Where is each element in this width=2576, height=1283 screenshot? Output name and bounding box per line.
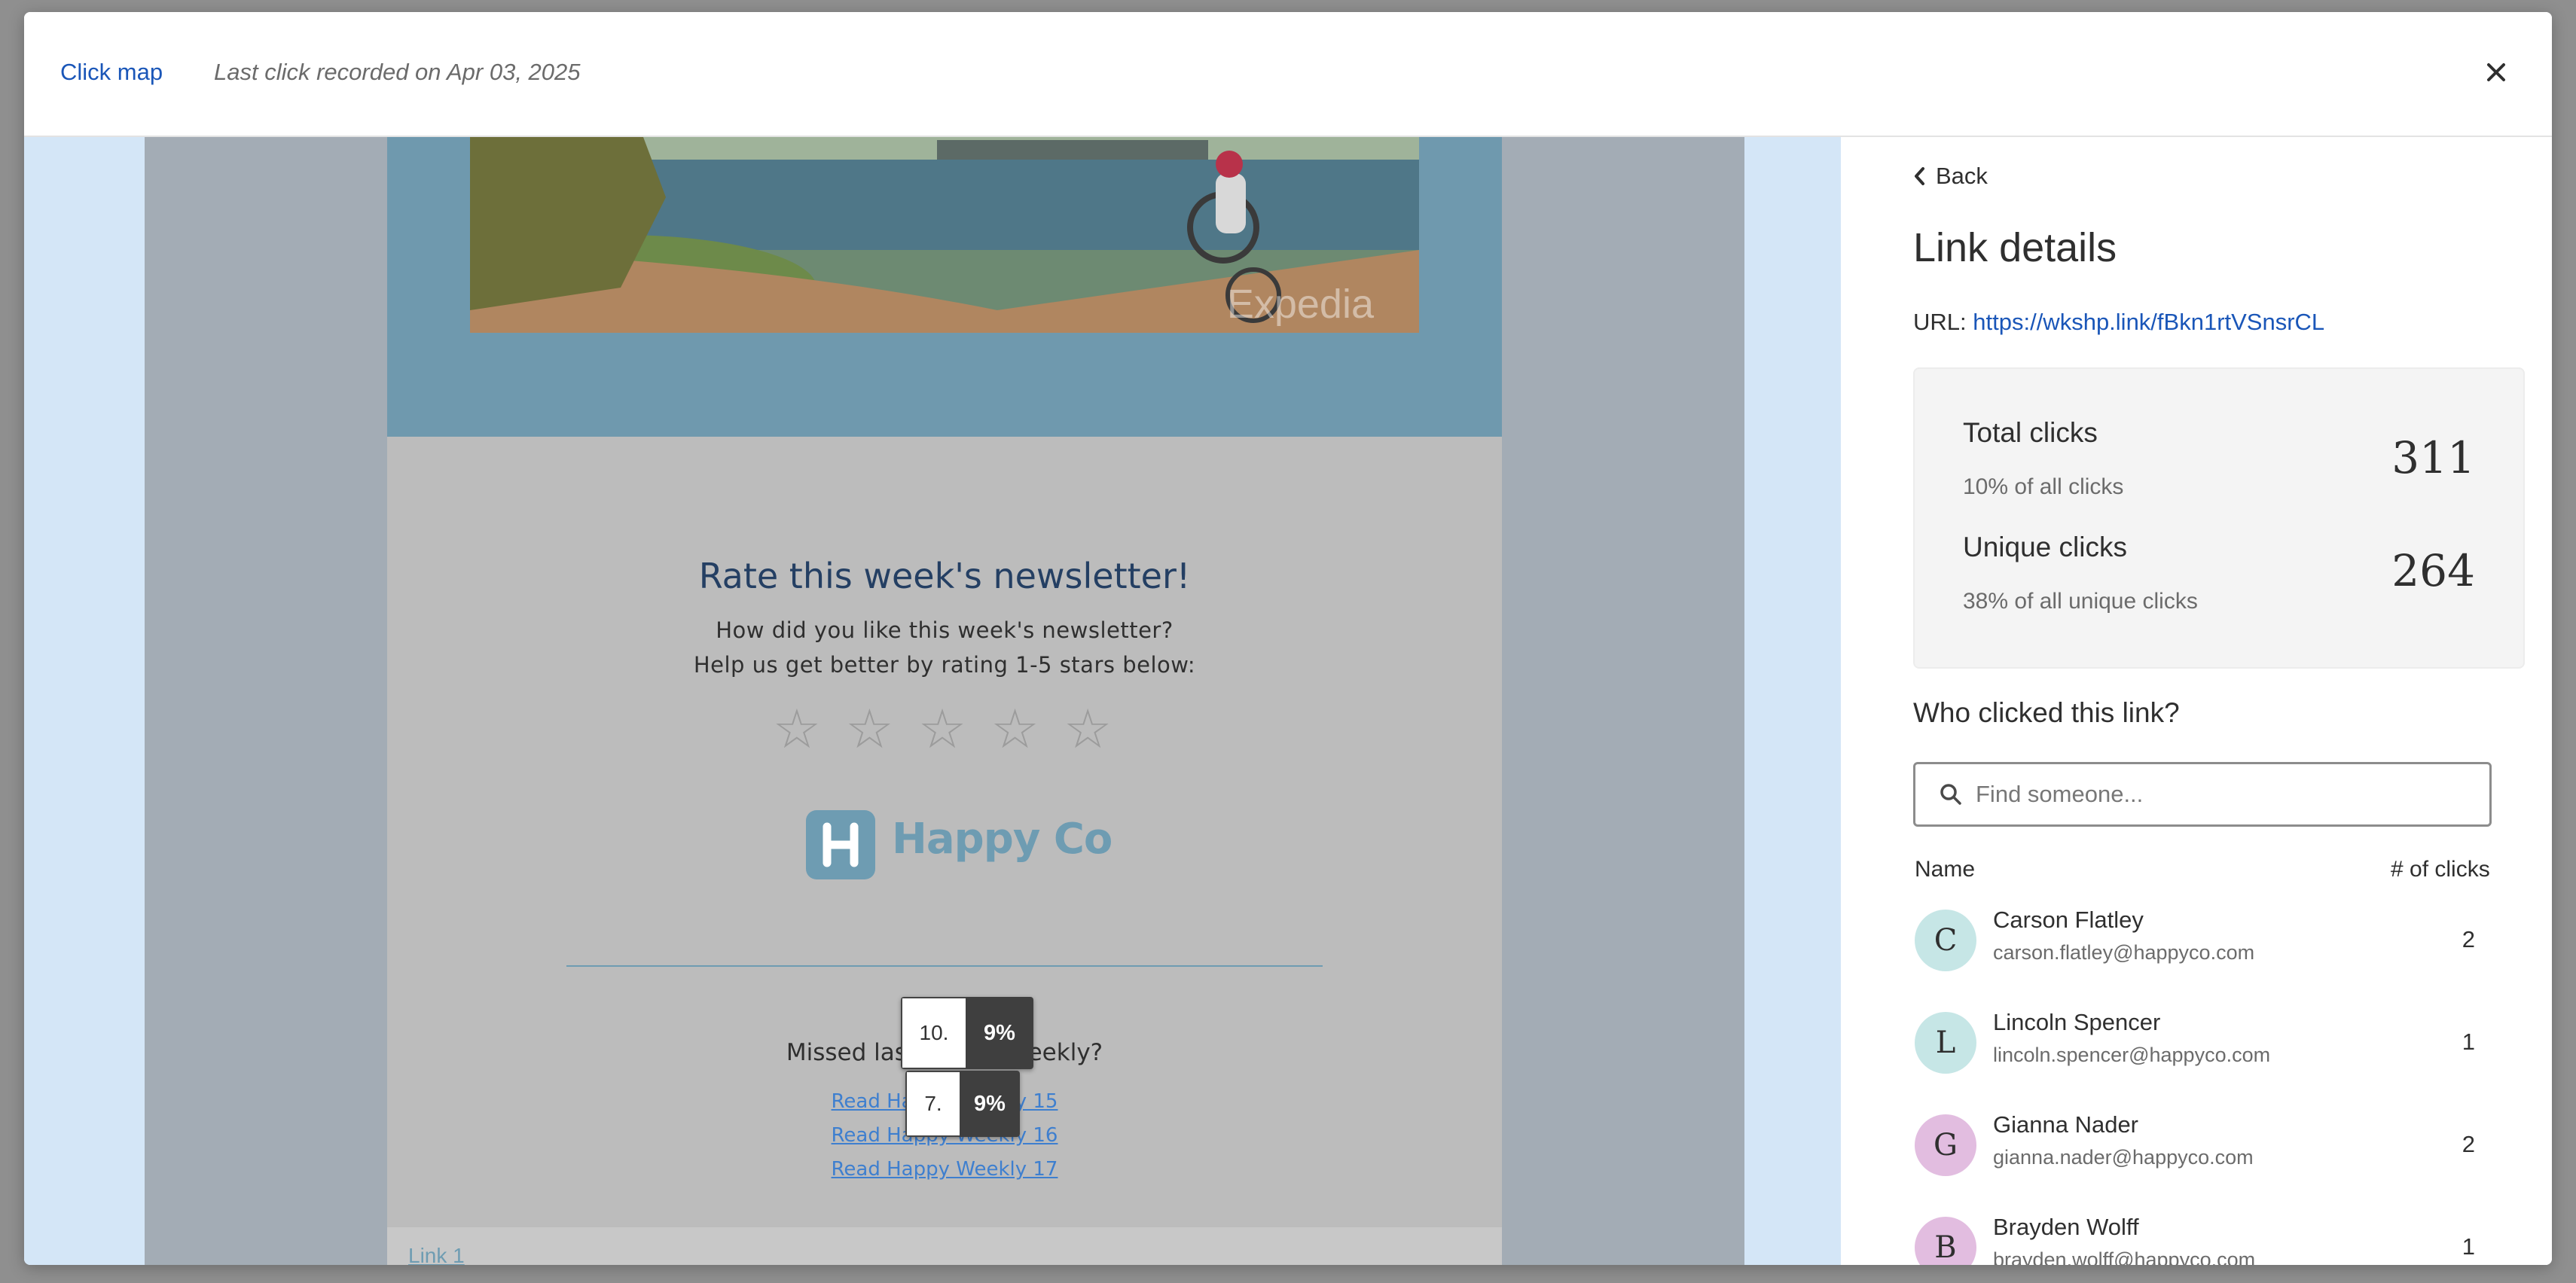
search-field[interactable] [1913,762,2492,827]
star-icon[interactable]: ☆ [773,697,826,760]
row-name: Gianna Nader [1993,1111,2139,1138]
rating-instructions: Help us get better by rating 1-5 stars b… [693,652,1196,678]
badge-percent: 9% [966,997,1033,1069]
table-row[interactable]: L Lincoln Spencer lincoln.spencer@happyc… [1913,998,2525,1101]
footer-link[interactable]: Link 1 [408,1244,465,1265]
avatar: C [1915,910,1976,971]
hero-image: Expedia [470,137,1419,333]
modal-header: Click map Last click recorded on Apr 03,… [24,12,2552,137]
star-rating: ☆ ☆ ☆ ☆ ☆ [387,697,1502,760]
search-icon [1940,784,1961,805]
url-link[interactable]: https://wkshp.link/fBkn1rtVSnsrCL [1973,309,2324,335]
click-map-modal: Click map Last click recorded on Apr 03,… [24,12,2552,1265]
unique-clicks-label: Unique clicks [1963,532,2127,562]
logo-text: Happy Co [892,815,1113,864]
email-divider [566,965,1323,967]
badge-count: 10. [901,997,966,1069]
happyco-logo-icon [806,810,875,879]
hero-watermark: Expedia [1227,282,1375,327]
row-name: Lincoln Spencer [1993,1009,2161,1035]
stats-card: Total clicks 10% of all clicks 311 Uniqu… [1913,367,2525,669]
total-clicks-value: 311 [2391,432,2475,483]
total-clicks-sub: 10% of all clicks [1963,474,2124,499]
close-icon [2487,63,2505,81]
column-clicks-header: # of clicks [2391,857,2490,882]
email-preview: Expedia Rate this week's newsletter! How… [24,137,1841,1265]
row-clicks: 2 [2462,926,2475,952]
star-icon[interactable]: ☆ [1064,697,1117,760]
search-input[interactable] [1974,780,2459,809]
chevron-left-icon [1915,167,1924,185]
email-header-band: Expedia [387,137,1502,437]
row-name: Carson Flatley [1993,907,2144,933]
click-badge[interactable]: 10. 9% [901,997,1033,1069]
row-clicks: 1 [2462,1029,2475,1055]
back-label: Back [1936,163,1988,189]
row-clicks: 2 [2462,1131,2475,1157]
link-details-panel: Back Link details URL: https://wkshp.lin… [1841,137,2552,1265]
unique-clicks-value: 264 [2391,545,2475,596]
modal-title: Click map [60,59,163,85]
last-click-text: Last click recorded on Apr 03, 2025 [214,59,581,85]
url-row: URL: https://wkshp.link/fBkn1rtVSnsrCL [1913,309,2324,336]
table-row[interactable]: B Brayden Wolff brayden.wolff@happyco.co… [1913,1203,2525,1265]
avatar: G [1915,1114,1976,1176]
badge-count: 7. [905,1071,960,1137]
back-button[interactable]: Back [1913,163,1988,190]
row-email: brayden.wolff@happyco.com [1993,1248,2256,1265]
avatar: B [1915,1217,1976,1265]
row-email: lincoln.spencer@happyco.com [1993,1044,2271,1066]
email-footer: Link 1 [387,1227,1502,1265]
badge-percent: 9% [960,1071,1020,1137]
star-icon[interactable]: ☆ [845,697,899,760]
table-row[interactable]: C Carson Flatley carson.flatley@happyco.… [1913,896,2525,998]
email-body: Expedia Rate this week's newsletter! How… [387,137,1502,1265]
rating-title: Rate this week's newsletter! [698,556,1191,596]
click-badge[interactable]: 7. 9% [905,1071,1020,1137]
row-email: gianna.nader@happyco.com [1993,1146,2254,1169]
close-button[interactable] [2478,54,2514,90]
email-link-17[interactable]: Read Happy Weekly 17 [387,1158,1502,1181]
star-icon[interactable]: ☆ [918,697,972,760]
column-name-header: Name [1915,857,1976,882]
url-label: URL: [1913,309,1967,335]
panel-title: Link details [1913,225,2117,270]
rating-question: How did you like this week's newsletter? [716,617,1174,643]
row-clicks: 1 [2462,1233,2475,1260]
avatar: L [1915,1012,1976,1074]
who-clicked-heading: Who clicked this link? [1913,697,2180,728]
table-row[interactable]: G Gianna Nader gianna.nader@happyco.com … [1913,1101,2525,1203]
total-clicks-label: Total clicks [1963,417,2098,448]
row-email: carson.flatley@happyco.com [1993,941,2255,964]
unique-clicks-sub: 38% of all unique clicks [1963,589,2198,614]
star-icon[interactable]: ☆ [990,697,1044,760]
row-name: Brayden Wolff [1993,1214,2139,1240]
